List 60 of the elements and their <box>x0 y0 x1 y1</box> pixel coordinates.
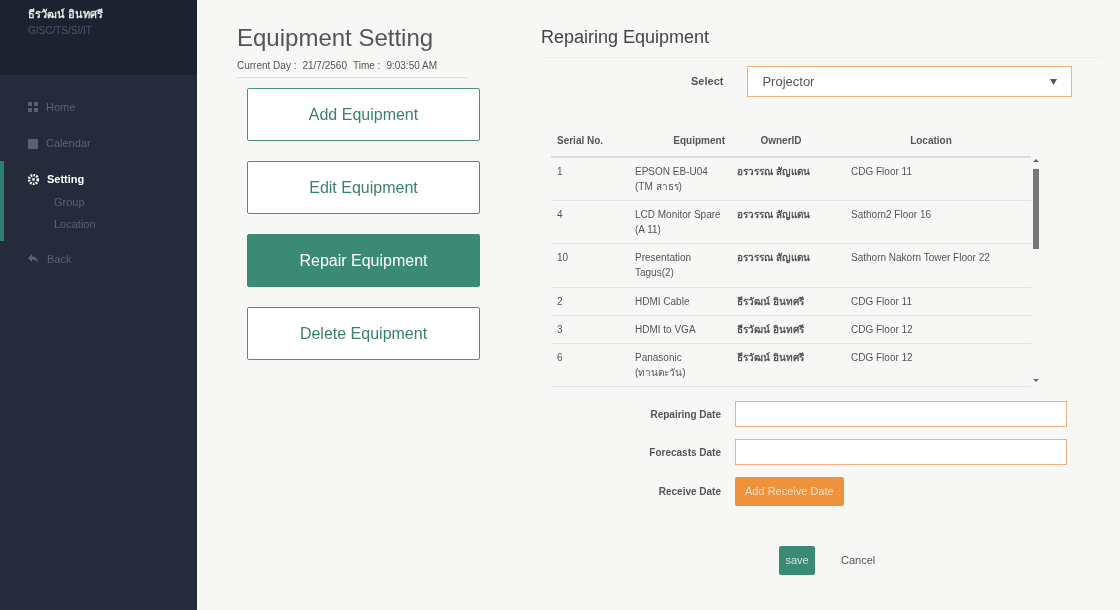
date-field[interactable] <box>735 439 1067 465</box>
table-cell: 1 <box>557 166 563 177</box>
select-label: Select <box>691 74 724 90</box>
user-name: ธีรวัฒน์ อินทศรี <box>28 7 105 22</box>
table-cell: อรวรรณ สัญแดน <box>737 209 810 221</box>
user-department: GISC/TS/SI/IT <box>28 23 93 38</box>
equipment-action-button[interactable]: Add Equipment <box>247 88 480 141</box>
date-field[interactable] <box>735 401 1067 427</box>
table-cell: 6 <box>557 351 563 363</box>
gear-icon <box>28 173 39 185</box>
calendar-icon <box>28 137 38 149</box>
table-cell: ธีรวัฒน์ อินทศรี <box>737 323 804 335</box>
table-cell: LCD Monitor Spare (A 11) <box>635 209 721 236</box>
table-cell: ธีรวัฒน์ อินทศรี <box>737 351 804 363</box>
sidebar-item[interactable]: Home <box>28 95 197 119</box>
back-arrow-icon <box>28 254 39 264</box>
grid-icon <box>28 102 38 112</box>
column-header: Equipment <box>673 135 725 146</box>
table-cell: 4 <box>557 209 563 221</box>
page-title: Equipment Setting <box>237 23 434 53</box>
field-label: Repairing Date <box>649 407 721 422</box>
table-cell: ธีรวัฒน์ อินทศรี <box>737 295 804 307</box>
table-cell: CDG Floor 11 <box>851 166 912 177</box>
equipment-action-button[interactable]: Delete Equipment <box>247 307 480 360</box>
cancel-button[interactable]: Cancel <box>841 552 876 569</box>
current-time: 9:03:50 AM <box>386 59 437 73</box>
table-cell: Panasonic (ทานตะวัน) <box>635 351 686 378</box>
table-cell: CDG Floor 12 <box>851 323 913 335</box>
sidebar-item[interactable]: Back <box>28 247 197 271</box>
current-day-label: Current Day : <box>237 59 297 73</box>
current-day: 21/7/2560 <box>302 58 347 73</box>
equipment-action-button[interactable]: Repair Equipment <box>247 234 480 287</box>
sidebar-subitem[interactable]: Location <box>28 213 197 235</box>
table-cell: 2 <box>557 295 563 307</box>
table-cell: 10 <box>557 252 569 264</box>
table-cell: HDMI to VGA <box>635 323 696 335</box>
table-cell: CDG Floor 11 <box>851 295 912 307</box>
time-label: Time : <box>352 59 381 73</box>
dropdown-caret-icon <box>1050 78 1058 85</box>
table-cell: Presentation Tagus(2) <box>635 252 692 279</box>
table-cell: Sathorn Nakorn Tower Floor 22 <box>851 252 990 264</box>
table-cell: 3 <box>557 323 563 335</box>
table-cell: HDMI Cable <box>635 295 690 307</box>
table-cell: อรวรรณ สัญแดน <box>737 252 810 264</box>
table-cell: CDG Floor 12 <box>851 351 913 363</box>
section-title: Repairing Equipment <box>541 24 1102 58</box>
field-label: Receive Date <box>657 485 721 499</box>
save-button[interactable]: save <box>779 546 815 575</box>
sidebar-subitem[interactable]: Group <box>28 191 197 213</box>
equipment-select[interactable]: Projector <box>747 66 1073 97</box>
table-cell: อรวรรณ สัญแดน <box>737 166 810 177</box>
sidebar-item[interactable]: Setting <box>28 167 197 191</box>
table-cell: EPSON EB-U04 (TM สาธร) <box>635 166 708 192</box>
field-label: Forecasts Date <box>648 445 721 460</box>
sidebar-item[interactable]: Calendar <box>28 131 197 155</box>
column-header: Serial No. <box>557 135 604 146</box>
equipment-action-button[interactable]: Edit Equipment <box>247 161 480 214</box>
column-header: OwnerID <box>760 135 802 146</box>
column-header: Location <box>910 135 952 146</box>
table-cell: Sathorn2 Floor 16 <box>851 209 932 221</box>
